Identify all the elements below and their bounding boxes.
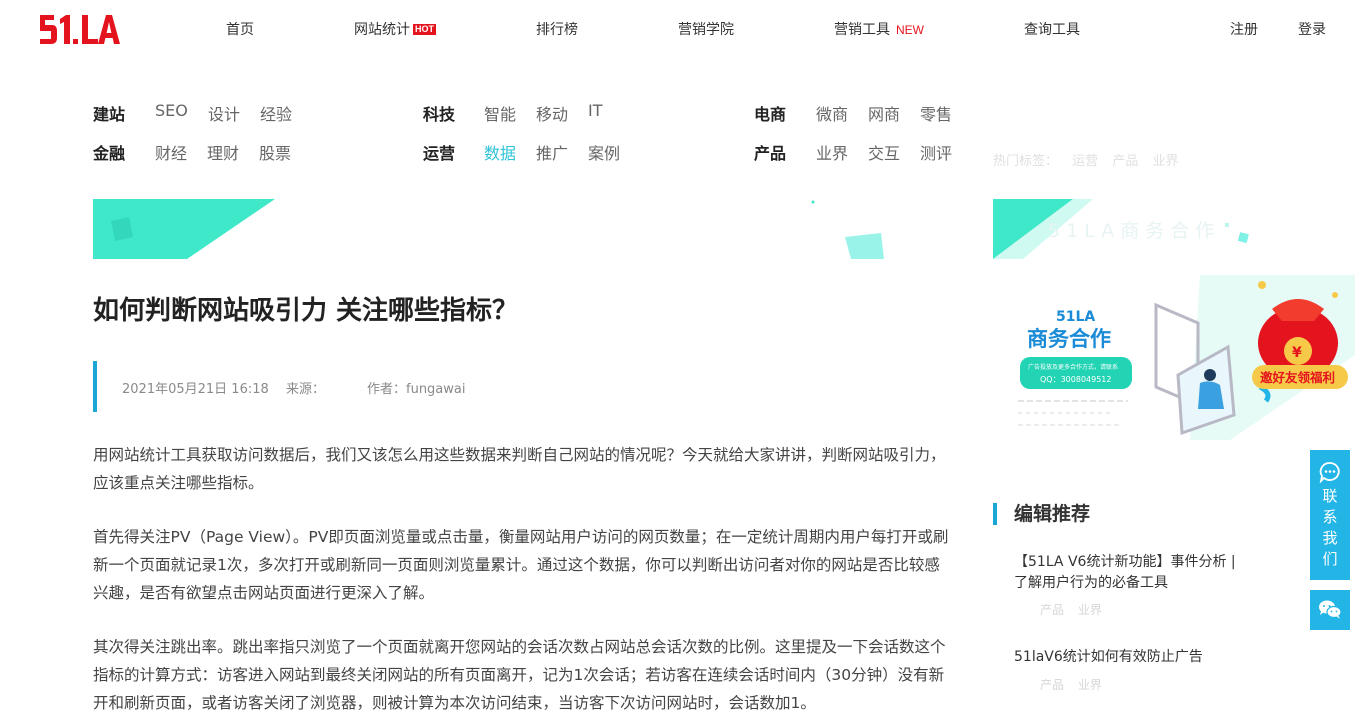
yen-icon: ¥ bbox=[1292, 345, 1302, 361]
recommendation-1-tag-industry[interactable]: 业界 bbox=[1078, 603, 1102, 617]
hot-tag-operations[interactable]: 运营 bbox=[1072, 154, 1098, 169]
subcategory-mobile[interactable]: 移动 bbox=[536, 101, 568, 125]
login-label: 登录 bbox=[1298, 22, 1326, 38]
nav-query[interactable]: 查询工具 bbox=[1024, 20, 1080, 40]
hot-tag-product[interactable]: 产品 bbox=[1112, 154, 1138, 169]
nav-academy[interactable]: 营销学院 bbox=[678, 20, 734, 40]
subcategory-wechat-business[interactable]: 微商 bbox=[816, 101, 848, 125]
subcategory-wealth[interactable]: 理财 bbox=[207, 140, 239, 164]
category-jianzhan[interactable]: 建站 bbox=[93, 101, 125, 125]
category-tech[interactable]: 科技 bbox=[423, 101, 455, 125]
recommendation-2-tag-product[interactable]: 产品 bbox=[1040, 678, 1064, 692]
article-paragraph-2: 首先得关注PV（Page View）。PV即页面浏览量或点击量，衡量网站用户访问… bbox=[93, 528, 949, 602]
ad-pill-line1: 广告投放及更多合作方式，请联系 bbox=[1028, 363, 1118, 371]
article-paragraph-1: 用网站统计工具获取访问数据后，我们又该怎么用这些数据来判断自己网站的情况呢？今天… bbox=[93, 446, 946, 492]
article-date: 2021年05月21日 16:18 bbox=[122, 382, 269, 397]
nav-query-label: 查询工具 bbox=[1024, 22, 1080, 38]
subcategory-online-business[interactable]: 网商 bbox=[868, 101, 900, 125]
subcategory-promotion[interactable]: 推广 bbox=[536, 140, 568, 164]
login-link[interactable]: 登录 bbox=[1298, 20, 1326, 40]
recommendation-1-tags: 产品 业界 bbox=[1040, 601, 1102, 618]
site-header: 首页 网站统计 HOT 排行榜 营销学院 营销工具 NEW 查询工具 注册 登录 bbox=[0, 0, 1366, 62]
sidebar-banner-text: 51LA商务合作 bbox=[1048, 220, 1220, 242]
recommendation-2-tags: 产品 业界 bbox=[1040, 676, 1102, 693]
subcategory-economics[interactable]: 财经 bbox=[155, 140, 187, 164]
contact-us-label: 联 系 我 们 bbox=[1310, 486, 1350, 570]
subcategory-design[interactable]: 设计 bbox=[208, 101, 240, 125]
hot-tags: 热门标签： 运营 产品 业界 bbox=[993, 150, 1178, 169]
article-title: 如何判断网站吸引力 关注哪些指标？ bbox=[93, 296, 519, 326]
recommendation-item-2[interactable]: 51laV6统计如何有效防止广告 bbox=[1014, 647, 1254, 668]
subcategory-seo[interactable]: SEO bbox=[155, 101, 188, 120]
ad-brand: 51LA bbox=[1056, 309, 1095, 325]
hot-badge: HOT bbox=[413, 24, 436, 35]
category-finance[interactable]: 金融 bbox=[93, 140, 125, 164]
register-label: 注册 bbox=[1230, 22, 1258, 38]
chat-bubble-icon bbox=[1319, 462, 1340, 483]
article-author: 作者：fungawai bbox=[367, 382, 466, 397]
ad-pill-line2: QQ：3008049512 bbox=[1040, 375, 1112, 384]
sidebar-banner-graphic: 51LA商务合作 bbox=[993, 199, 1249, 259]
subcategory-interaction[interactable]: 交互 bbox=[868, 140, 900, 164]
gift-label: 邀好友领福利 bbox=[1260, 370, 1335, 385]
nav-tools-label: 营销工具 bbox=[834, 22, 890, 38]
recommendation-2-tag-industry[interactable]: 业界 bbox=[1078, 678, 1102, 692]
article-banner[interactable] bbox=[93, 199, 953, 259]
contact-char-2: 系 bbox=[1322, 508, 1338, 526]
nav-ranking-label: 排行榜 bbox=[536, 22, 578, 38]
subcategory-retail[interactable]: 零售 bbox=[920, 101, 952, 125]
contact-char-1: 联 bbox=[1322, 487, 1338, 505]
contact-us-button[interactable]: 联 系 我 们 bbox=[1310, 450, 1350, 580]
sidebar-banner-business[interactable]: 51LA商务合作 bbox=[993, 199, 1258, 259]
subcategory-review[interactable]: 测评 bbox=[920, 140, 952, 164]
subcategory-it[interactable]: IT bbox=[588, 101, 603, 120]
subcategory-cases[interactable]: 案例 bbox=[588, 140, 620, 164]
category-operations[interactable]: 运营 bbox=[423, 140, 455, 164]
nav-academy-label: 营销学院 bbox=[678, 22, 734, 38]
contact-char-4: 们 bbox=[1322, 550, 1338, 568]
contact-char-3: 我 bbox=[1322, 529, 1338, 547]
article-paragraph-3: 其次得关注跳出率。跳出率指只浏览了一个页面就离开您网站的会话次数占网站总会话次数… bbox=[93, 638, 946, 712]
hot-tags-label: 热门标签： bbox=[993, 154, 1059, 169]
hot-tag-industry[interactable]: 业界 bbox=[1152, 154, 1178, 169]
subcategory-industry[interactable]: 业界 bbox=[816, 140, 848, 164]
editor-picks-title: 编辑推荐 bbox=[993, 503, 1090, 525]
nav-home-label: 首页 bbox=[226, 22, 254, 38]
nav-ranking[interactable]: 排行榜 bbox=[536, 20, 578, 40]
subcategory-smart[interactable]: 智能 bbox=[484, 101, 516, 125]
article-source: 来源： bbox=[286, 382, 326, 397]
wechat-button[interactable] bbox=[1310, 590, 1350, 630]
category-ecommerce[interactable]: 电商 bbox=[754, 101, 786, 125]
ad-title: 商务合作 bbox=[1027, 327, 1111, 351]
nav-stats[interactable]: 网站统计 HOT bbox=[354, 20, 436, 40]
subcategory-experience[interactable]: 经验 bbox=[260, 101, 292, 125]
nav-tools[interactable]: 营销工具 NEW bbox=[834, 20, 924, 40]
subcategory-stocks[interactable]: 股票 bbox=[259, 140, 291, 164]
category-product[interactable]: 产品 bbox=[754, 140, 786, 164]
recommendation-item-1[interactable]: 【51LA V6统计新功能】事件分析 | 了解用户行为的必备工具 bbox=[1014, 552, 1254, 594]
new-badge: NEW bbox=[896, 23, 924, 37]
wechat-icon bbox=[1319, 600, 1342, 619]
nav-home[interactable]: 首页 bbox=[226, 20, 254, 40]
site-logo[interactable] bbox=[40, 15, 120, 45]
recommendation-1-tag-product[interactable]: 产品 bbox=[1040, 603, 1064, 617]
subcategory-data-active[interactable]: 数据 bbox=[484, 140, 516, 164]
banner-graphic bbox=[93, 199, 884, 259]
article-meta: 2021年05月21日 16:18 来源： 作者：fungawai bbox=[93, 361, 597, 412]
business-cooperation-ad[interactable]: 51LA 商务合作 广告投放及更多合作方式，请联系 QQ：3008049512 … bbox=[1010, 275, 1355, 440]
register-link[interactable]: 注册 bbox=[1230, 20, 1258, 40]
cooperation-ad-graphic: 51LA 商务合作 广告投放及更多合作方式，请联系 QQ：3008049512 … bbox=[1018, 275, 1355, 440]
nav-stats-label: 网站统计 bbox=[354, 22, 410, 38]
